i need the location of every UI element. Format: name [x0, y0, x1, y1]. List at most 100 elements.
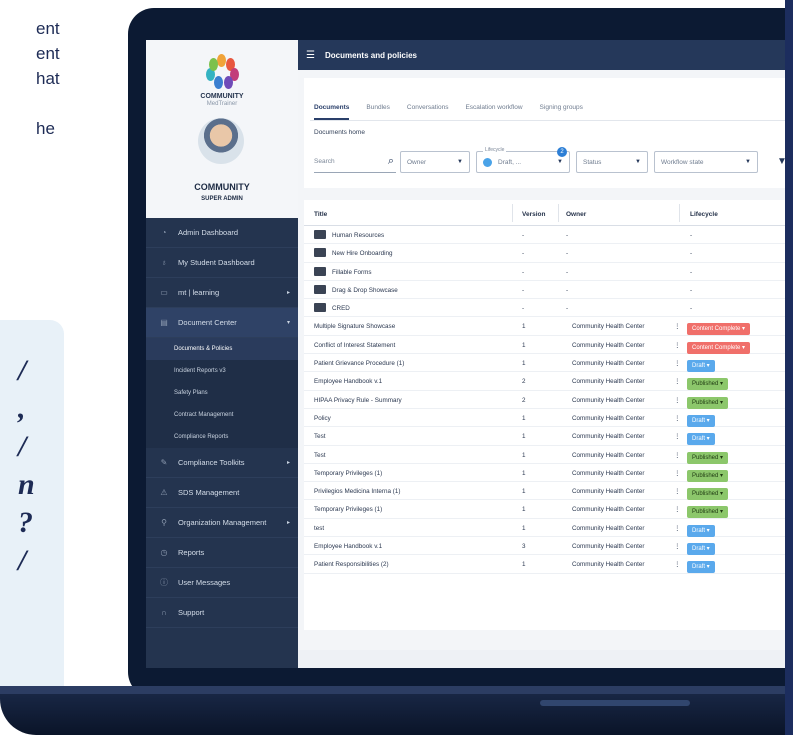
folder-row[interactable]: Drag & Drop Showcase - - -: [304, 281, 786, 300]
lifecycle-status-badge[interactable]: Draft ▾: [687, 524, 715, 537]
tab-item[interactable]: Bundles: [366, 104, 390, 120]
sidebar-item[interactable]: ∩ Support: [146, 598, 298, 628]
lifecycle-status-badge[interactable]: Draft ▾: [687, 433, 715, 446]
tab-item[interactable]: Documents: [314, 104, 350, 120]
table-row[interactable]: Conflict of Interest Statement 1 Community…: [304, 336, 786, 355]
sidebar-item-label: mt | learning: [178, 288, 220, 297]
owner-menu-icon[interactable]: ⋮: [674, 397, 680, 404]
sidebar-subitem[interactable]: Documents & Policies: [146, 338, 298, 360]
lifecycle-status-badge[interactable]: Published ▾: [687, 506, 729, 519]
table-row[interactable]: Patient Responsibilities (2) 1 Community H…: [304, 555, 786, 574]
lifecycle-value: Draft, ...: [498, 158, 522, 166]
owner-menu-icon[interactable]: ⋮: [674, 378, 680, 385]
hamburger-menu-icon[interactable]: ☰: [306, 50, 315, 61]
lifecycle-status-badge[interactable]: Content Complete ▾: [687, 341, 751, 354]
sidebar-item[interactable]: ⚠ SDS Management: [146, 478, 298, 508]
lifecycle-status-badge[interactable]: Draft ▾: [687, 561, 715, 574]
lifecycle-status-badge[interactable]: Draft ▾: [687, 360, 715, 373]
lifecycle-status-badge[interactable]: Published ▾: [687, 451, 729, 464]
search-icon[interactable]: ⌕: [388, 155, 394, 168]
tab-item[interactable]: Escalation workflow: [465, 104, 522, 120]
marketing-line: [0, 91, 60, 116]
table-row[interactable]: Multiple Signature Showcase 1 Community He…: [304, 317, 786, 336]
lifecycle-status-badge[interactable]: Content Complete ▾: [687, 323, 751, 336]
owner-menu-icon[interactable]: ⋮: [674, 452, 680, 459]
owner-menu-icon[interactable]: ⋮: [674, 488, 680, 495]
owner-menu-icon[interactable]: ⋮: [674, 415, 680, 422]
sidebar-item[interactable]: ✎ Compliance Toolkits ▸: [146, 448, 298, 478]
lifecycle-status-badge[interactable]: Draft ▾: [687, 414, 715, 427]
owner-menu-icon[interactable]: ⋮: [674, 323, 680, 330]
lifecycle-dropdown[interactable]: Lifecycle Draft, ... 2 ▼: [476, 147, 570, 173]
breadcrumb[interactable]: Documents home: [314, 129, 365, 136]
sidebar-subitem[interactable]: Incident Reports v3: [146, 360, 298, 382]
table-row[interactable]: Temporary Privileges (1) 1 Community Healt…: [304, 500, 786, 519]
lifecycle-status-label: Content Complete: [692, 344, 741, 351]
sidebar-item[interactable]: ◷ Reports: [146, 538, 298, 568]
main-content: Documents Bundles Conversations Escalation …: [298, 70, 786, 668]
owner-menu-icon[interactable]: ⋮: [674, 433, 680, 440]
sidebar-item[interactable]: ♁ My Student Dashboard: [146, 248, 298, 278]
column-header-title[interactable]: Title: [314, 211, 327, 218]
tab-item[interactable]: Signing groups: [540, 104, 583, 120]
sidebar-item[interactable]: ▤ Document Center ▾: [146, 308, 298, 338]
version-cell: 1: [522, 524, 526, 532]
version-cell: 1: [522, 506, 526, 514]
owner-cell: Community Health Center: [572, 341, 645, 349]
sidebar-subitem[interactable]: Contract Management: [146, 404, 298, 426]
owner-menu-icon[interactable]: ⋮: [674, 342, 680, 349]
sidebar-item-label: Compliance Toolkits: [178, 458, 245, 467]
folder-row[interactable]: CRED - - -: [304, 299, 786, 318]
avatar[interactable]: [198, 118, 244, 164]
table-row[interactable]: Test 1 Community Health Center ⋮ Published ▾: [304, 446, 786, 464]
lifecycle-status-badge[interactable]: Draft ▾: [687, 543, 715, 556]
lifecycle-status-badge[interactable]: Published ▾: [687, 469, 729, 482]
workflow-state-dropdown[interactable]: Workflow state ▼: [654, 151, 758, 173]
document-title: Test: [314, 451, 326, 459]
search-input[interactable]: Search ⌕: [314, 151, 396, 173]
column-header-lifecycle[interactable]: Lifecycle: [690, 211, 718, 218]
table-row[interactable]: Employee Handbook v.1 3 Community Health C…: [304, 537, 786, 556]
sidebar-item-label: Reports: [178, 548, 205, 557]
table-row[interactable]: HIPAA Privacy Rule - Summary 2 Community H…: [304, 391, 786, 409]
sidebar-item[interactable]: ◔ Admin Dashboard: [146, 218, 298, 248]
owner-cell: -: [566, 305, 569, 313]
owner-menu-icon[interactable]: ⋮: [674, 561, 680, 568]
column-header-owner[interactable]: Owner: [566, 211, 586, 218]
owner-menu-icon[interactable]: ⋮: [674, 543, 680, 550]
sidebar-item[interactable]: ▭ mt | learning ▸: [146, 278, 298, 308]
folder-row[interactable]: Human Resources - - -: [304, 226, 786, 245]
table-row[interactable]: Test 1 Community Health Center ⋮ Draft ▾: [304, 427, 786, 446]
column-header-version[interactable]: Version: [522, 211, 545, 218]
table-row[interactable]: Policy 1 Community Health Center ⋮ Draft ▾: [304, 409, 786, 428]
lifecycle-status-badge[interactable]: Published ▾: [687, 378, 729, 391]
table-row[interactable]: Privilegios Medicina Interna (1) 1 Communi…: [304, 482, 786, 501]
folder-row[interactable]: Fillable Forms - - -: [304, 263, 786, 281]
document-title: Multiple Signature Showcase: [314, 323, 396, 331]
hazard-icon: ⚠: [160, 488, 168, 497]
version-cell: -: [522, 250, 525, 258]
document-title: Privilegios Medicina Interna (1): [314, 488, 401, 496]
sidebar-subitem[interactable]: Safety Plans: [146, 382, 298, 404]
owner-menu-icon[interactable]: ⋮: [674, 506, 680, 513]
table-row[interactable]: Patient Grievance Procedure (1) 1 Communit…: [304, 354, 786, 373]
owner-menu-icon[interactable]: ⋮: [674, 525, 680, 532]
lifecycle-status-badge[interactable]: Published ▾: [687, 488, 729, 501]
owner-dropdown[interactable]: Owner ▼: [400, 151, 470, 173]
folder-row[interactable]: New Hire Onboarding - - -: [304, 244, 786, 263]
sidebar-item[interactable]: ⓘ User Messages: [146, 568, 298, 598]
status-dropdown[interactable]: Status ▼: [576, 151, 648, 173]
table-row[interactable]: Employee Handbook v.1 2 Community Health C…: [304, 372, 786, 391]
sidebar-item[interactable]: ⚲ Organization Management ▸: [146, 508, 298, 538]
graduation-cap-icon: ♁: [161, 258, 167, 267]
table-row[interactable]: Temporary Privileges (1) 1 Community Healt…: [304, 464, 786, 483]
sidebar-subitem[interactable]: Compliance Reports: [146, 426, 298, 448]
tab-item[interactable]: Conversations: [407, 104, 449, 120]
sidebar-item-label: SDS Management: [178, 488, 240, 497]
caret-down-icon: ▾: [718, 399, 724, 406]
table-row[interactable]: test 1 Community Health Center ⋮ Draft ▾: [304, 519, 786, 538]
chevron-down-icon: ▼: [557, 159, 563, 165]
lifecycle-status-badge[interactable]: Published ▾: [687, 396, 729, 409]
owner-menu-icon[interactable]: ⋮: [674, 470, 680, 477]
owner-menu-icon[interactable]: ⋮: [674, 360, 680, 367]
